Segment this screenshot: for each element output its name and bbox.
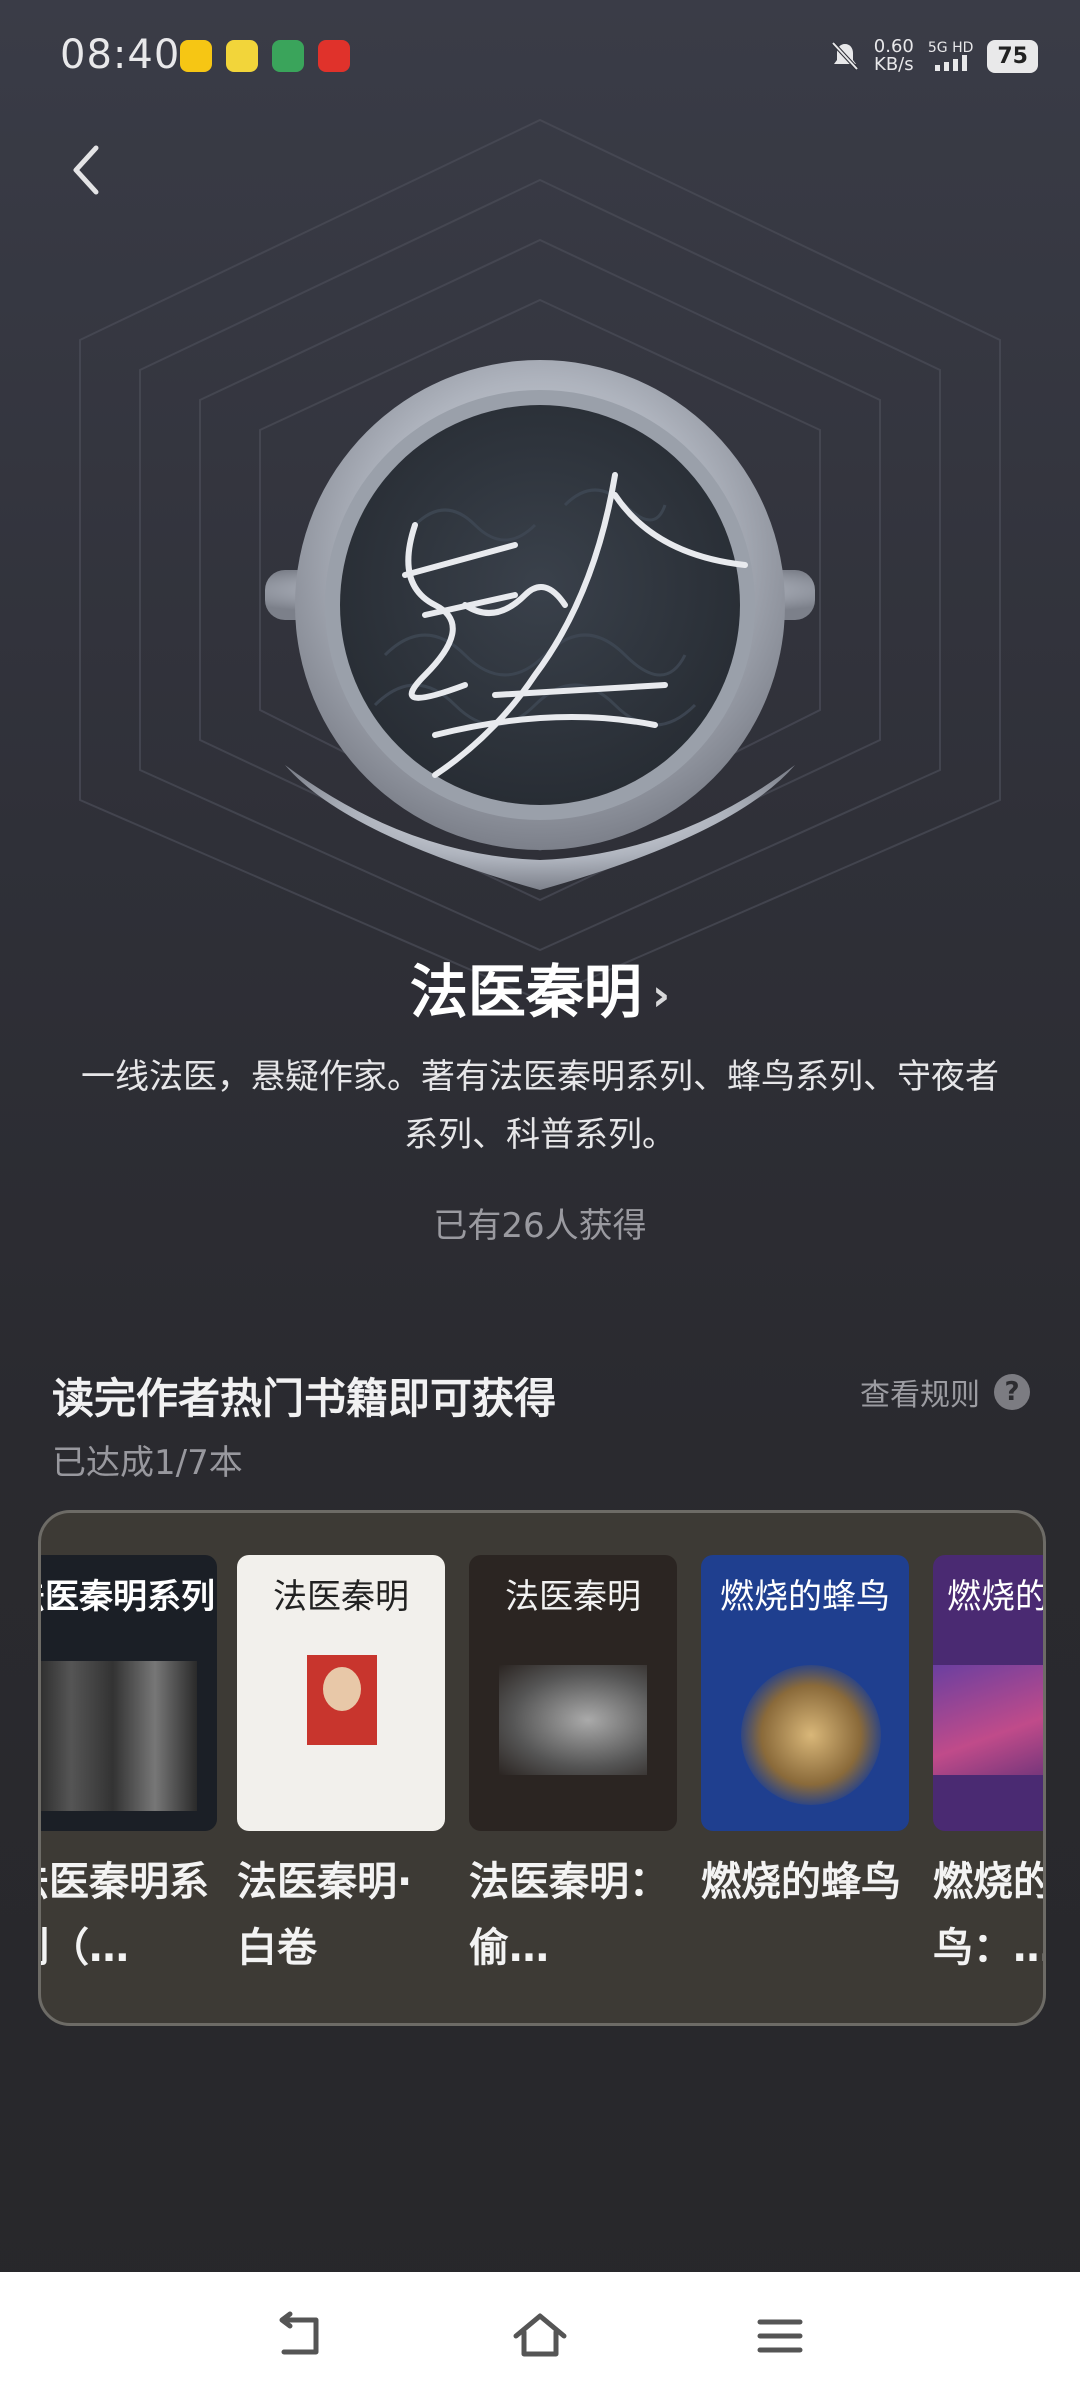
signal-indicator: 5G HD: [927, 40, 974, 71]
book-cover: 燃烧的蜂鸟: [701, 1555, 909, 1831]
book-title: 燃烧的蜂鸟：…: [933, 1859, 1046, 1971]
view-rules-label: 查看规则: [860, 1378, 980, 1413]
progress-text: 已达成1/7本: [52, 1443, 243, 1483]
book-cover-title: 燃烧的蜂鸟: [720, 1577, 890, 1617]
owned-count: 已有26人获得: [433, 1206, 647, 1246]
chevron-right-icon: ›: [651, 970, 671, 1022]
app-notification-icon: [226, 40, 258, 72]
book-cover: 法医秦明系列: [41, 1555, 217, 1831]
book-title: 法医秦明·白卷: [237, 1859, 413, 1971]
author-signature-badge: [265, 360, 815, 890]
book-title: 法医秦明系列（…: [41, 1859, 209, 1971]
book-cover-title: 法医秦明: [505, 1577, 641, 1617]
book-cover-title: 燃烧的: [947, 1577, 1046, 1617]
app-notification-icon: [180, 40, 212, 72]
speed-unit: KB/s: [874, 54, 914, 75]
status-indicators: 0.60 KB/s 5G HD 75: [830, 38, 1038, 74]
mute-bell-icon: [831, 41, 859, 71]
help-icon: ?: [994, 1374, 1030, 1410]
badge-title-link[interactable]: 法医秦明 ›: [0, 945, 1080, 1029]
books-carousel[interactable]: 法医秦明系列 法医秦明系列（… 法医秦明 法医秦明·白卷 法医秦明 法医秦明：偷…: [38, 1510, 1046, 2026]
app-notification-icon: [318, 40, 350, 72]
book-cover-title: 法医秦明系列: [41, 1577, 215, 1617]
book-item[interactable]: 燃烧的蜂鸟 燃烧的蜂鸟: [701, 1555, 909, 1915]
status-time: 08:40: [60, 32, 181, 78]
book-title: 法医秦明：偷…: [469, 1859, 669, 1971]
book-title: 燃烧的蜂鸟: [701, 1859, 901, 1905]
book-item[interactable]: 法医秦明 法医秦明·白卷: [237, 1555, 445, 1981]
app-notification-icon: [272, 40, 304, 72]
book-cover: 燃烧的: [933, 1555, 1046, 1831]
badge-name: 法医秦明: [409, 958, 642, 1026]
signal-bars-icon: [935, 55, 968, 71]
book-cover: 法医秦明: [237, 1555, 445, 1831]
back-nav-icon[interactable]: [270, 2306, 330, 2366]
book-cover: 法医秦明: [469, 1555, 677, 1831]
home-nav-icon[interactable]: [510, 2306, 570, 2366]
network-type: 5G HD: [927, 40, 974, 56]
book-item[interactable]: 燃烧的 燃烧的蜂鸟：…: [933, 1555, 1046, 1981]
book-cover-title: 法医秦明: [273, 1577, 409, 1617]
notification-icons: [180, 40, 350, 72]
menu-nav-icon[interactable]: [750, 2306, 810, 2366]
badge-description: 一线法医，悬疑作家。著有法医秦明系列、蜂鸟系列、守夜者系列、科普系列。: [81, 1057, 999, 1155]
book-item[interactable]: 法医秦明 法医秦明：偷…: [469, 1555, 677, 1981]
view-rules-button[interactable]: 查看规则 ?: [860, 1370, 1030, 1414]
system-navigation-bar: [0, 2272, 1080, 2400]
battery-indicator: 75: [987, 39, 1038, 73]
network-speed: 0.60 KB/s: [874, 38, 914, 74]
section-title: 读完作者热门书籍即可获得: [52, 1374, 557, 1423]
book-item[interactable]: 法医秦明系列 法医秦明系列（…: [41, 1555, 217, 1981]
